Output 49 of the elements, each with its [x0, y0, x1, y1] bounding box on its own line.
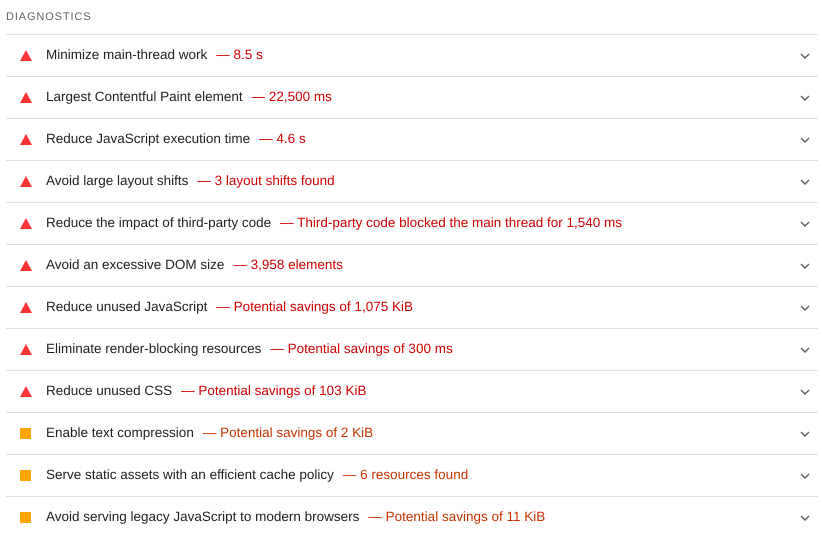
chevron-icon — [800, 52, 810, 58]
chevron-icon — [800, 388, 810, 394]
audit-title: Reduce JavaScript execution time — [46, 130, 250, 148]
audit-detail: — Potential savings of 103 KiB — [181, 382, 366, 400]
audit-detail: — Potential savings of 2 KiB — [202, 424, 374, 442]
audit-title: Largest Contentful Paint element — [46, 88, 243, 106]
audit-detail: — 3,958 elements — [233, 256, 343, 274]
audit-title: Eliminate render-blocking resources — [46, 340, 262, 358]
chevron-icon — [800, 220, 810, 226]
audit-title: Reduce unused JavaScript — [46, 298, 208, 316]
square-icon — [20, 470, 31, 481]
warning-triangle-icon — [20, 134, 32, 145]
square-icon — [20, 512, 31, 523]
warning-triangle-icon — [20, 176, 32, 187]
warning-triangle-icon — [20, 92, 32, 103]
chevron-icon — [800, 262, 810, 268]
warning-triangle-icon — [20, 344, 32, 355]
audit-detail: — 4.6 s — [259, 130, 306, 148]
audit-detail: — 6 resources found — [342, 466, 468, 484]
warning-triangle-icon — [20, 386, 32, 397]
warning-triangle-icon — [20, 302, 32, 313]
chevron-icon — [800, 430, 810, 436]
chevron-icon — [800, 472, 810, 478]
audit-title: Avoid large layout shifts — [46, 172, 188, 190]
chevron-icon — [800, 178, 810, 184]
audit-title: Enable text compression — [46, 424, 194, 442]
audit-title: Minimize main-thread work — [46, 46, 208, 64]
chevron-icon — [800, 304, 810, 310]
audit-title: Serve static assets with an efficient cache policy — [46, 466, 334, 484]
audit-detail: — Potential savings of 300 ms — [270, 340, 453, 358]
audit-detail: — Third-party code blocked the main thread for 1,540 ms — [280, 214, 622, 232]
audit-detail: — 3 layout shifts found — [197, 172, 335, 190]
chevron-icon — [800, 514, 810, 520]
audit-detail: — 22,500 ms — [252, 88, 332, 106]
chevron-icon — [800, 136, 810, 142]
audit-title: Reduce the impact of third-party code — [46, 214, 272, 232]
audit-detail: — Potential savings of 11 KiB — [368, 508, 546, 526]
warning-triangle-icon — [20, 218, 32, 229]
chevron-icon — [800, 94, 810, 100]
warning-triangle-icon — [20, 50, 32, 61]
square-icon — [20, 428, 31, 439]
audit-detail: — Potential savings of 1,075 KiB — [216, 298, 413, 316]
audit-detail: — 8.5 s — [216, 46, 263, 64]
audit-title: Reduce unused CSS — [46, 382, 172, 400]
audit-title: Avoid an excessive DOM size — [46, 256, 224, 274]
warning-triangle-icon — [20, 260, 32, 271]
audit-title: Avoid serving legacy JavaScript to modern browsers — [46, 508, 360, 526]
chevron-icon — [800, 346, 810, 352]
section-title: DIAGNOSTICS — [5, 10, 92, 25]
